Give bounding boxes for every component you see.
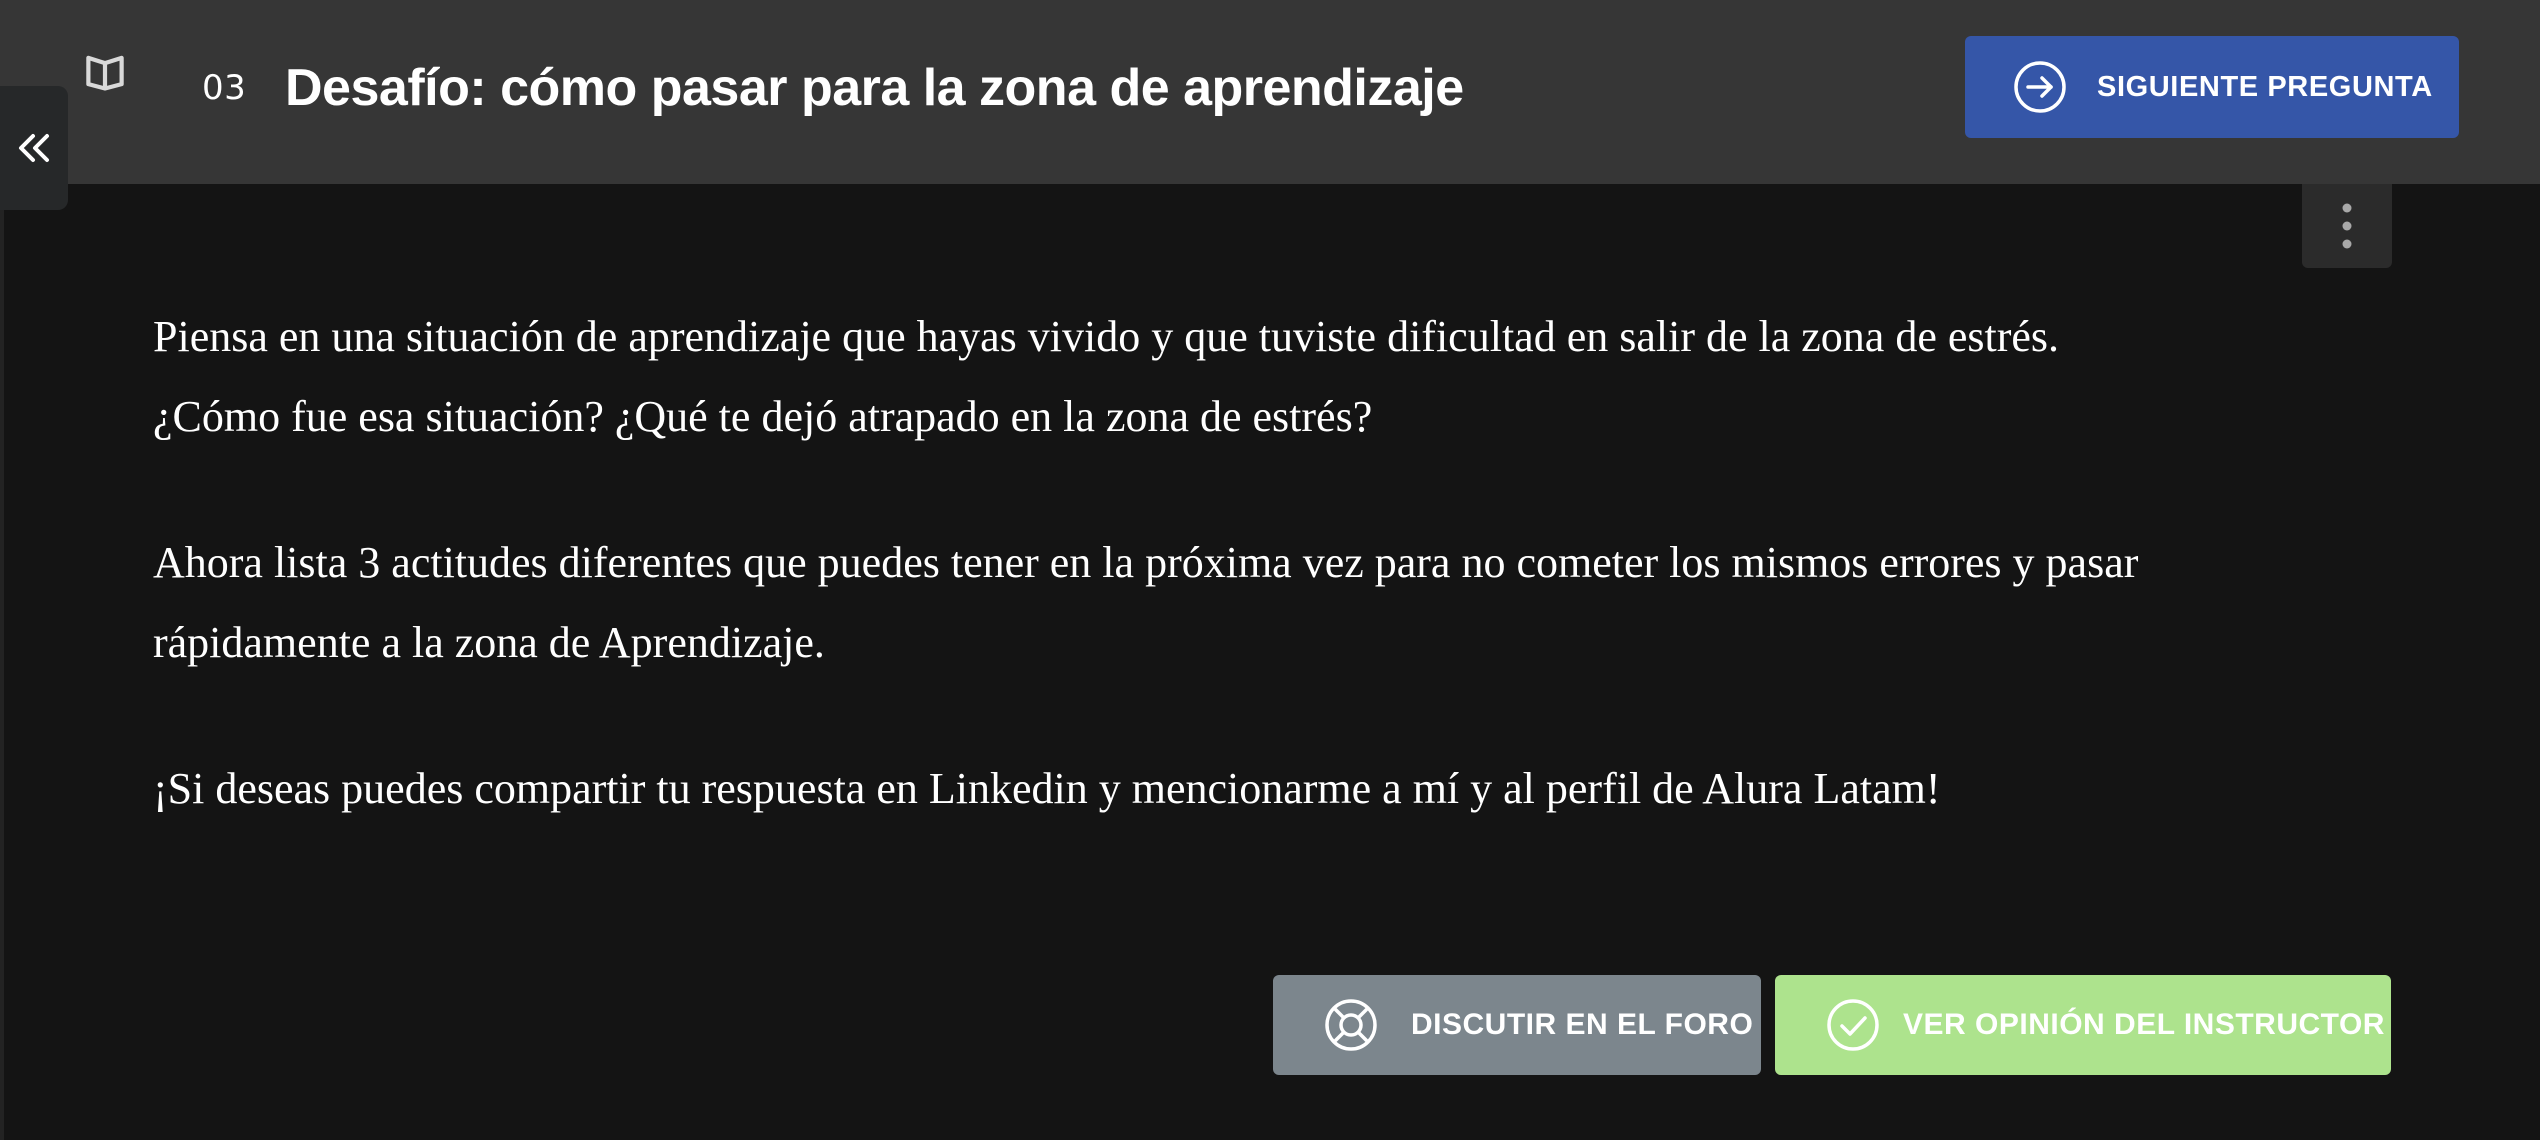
sidebar-edge (0, 210, 4, 1140)
more-options-button[interactable] (2302, 184, 2392, 268)
lesson-number: 03 (202, 68, 247, 108)
arrow-right-circle-icon (2013, 60, 2067, 114)
challenge-content: Piensa en una situación de aprendizaje q… (153, 297, 2233, 895)
vertical-dots-icon (2341, 201, 2353, 251)
challenge-paragraph: ¡Si deseas puedes compartir tu respuesta… (153, 764, 1941, 813)
next-question-label: SIGUIENTE PREGUNTA (2097, 70, 2433, 103)
lesson-page: 03 Desafío: cómo pasar para la zona de a… (0, 0, 2540, 1140)
discuss-forum-button[interactable]: DISCUTIR EN EL FORO (1273, 975, 1761, 1075)
lesson-title: Desafío: cómo pasar para la zona de apre… (285, 59, 1464, 117)
next-question-button[interactable]: SIGUIENTE PREGUNTA (1965, 36, 2459, 138)
view-instructor-opinion-button[interactable]: VER OPINIÓN DEL INSTRUCTOR (1775, 975, 2391, 1075)
challenge-paragraph: Piensa en una situación de aprendizaje q… (153, 312, 2060, 441)
lifebuoy-icon (1323, 997, 1379, 1053)
view-instructor-opinion-label: VER OPINIÓN DEL INSTRUCTOR (1903, 1008, 2385, 1041)
challenge-paragraph: Ahora lista 3 actitudes diferentes que p… (153, 538, 2139, 667)
book-icon[interactable] (84, 50, 126, 92)
discuss-forum-label: DISCUTIR EN EL FORO (1411, 1008, 1754, 1041)
check-circle-icon (1825, 997, 1881, 1053)
double-chevron-left-icon (14, 128, 54, 168)
sidebar-toggle-button[interactable] (0, 86, 68, 210)
lesson-header: 03 Desafío: cómo pasar para la zona de a… (0, 0, 2540, 184)
